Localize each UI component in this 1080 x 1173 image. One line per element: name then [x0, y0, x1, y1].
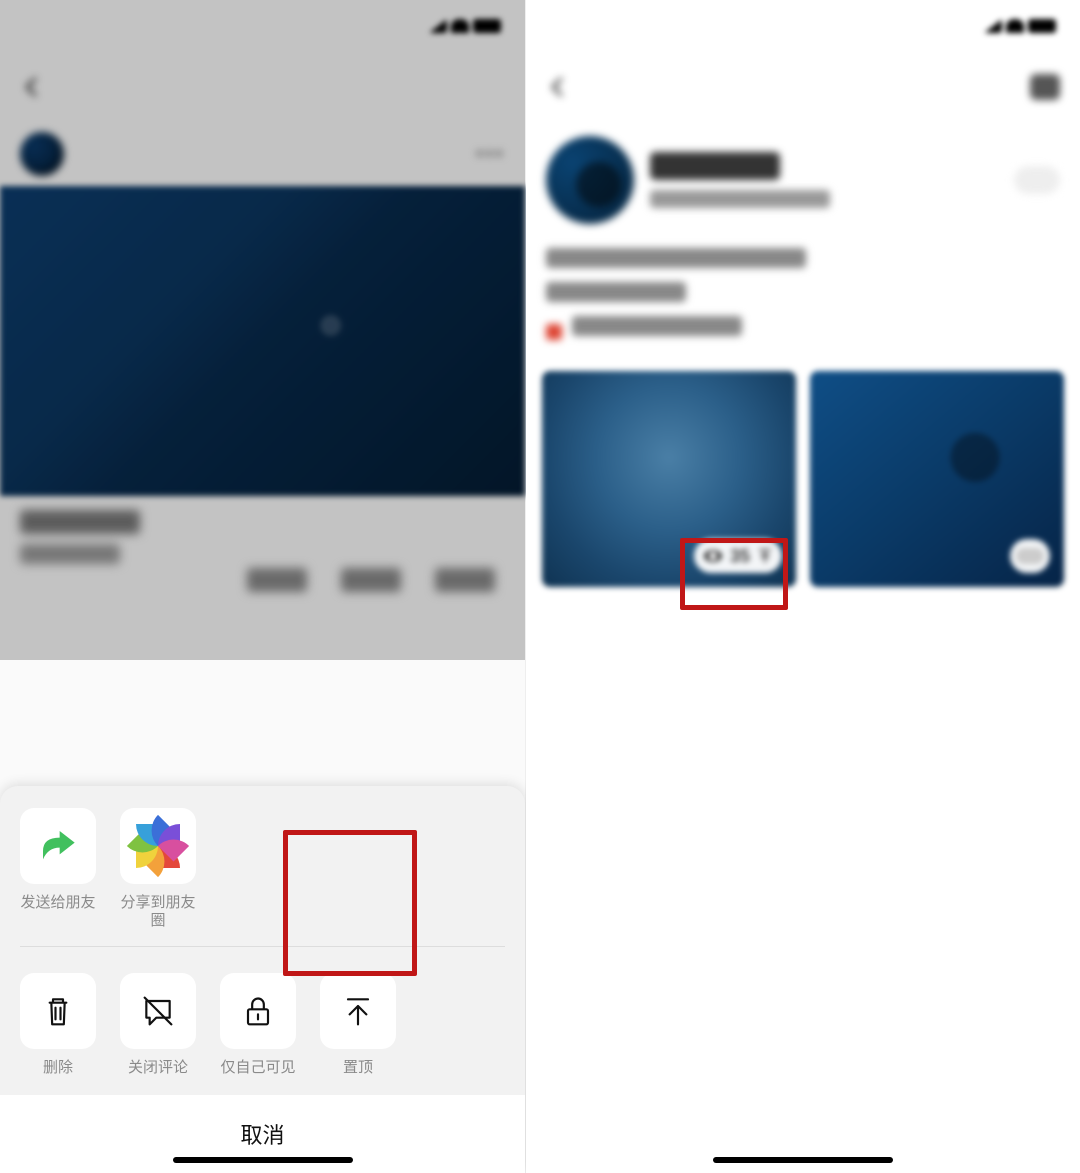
- lock-icon: [238, 991, 278, 1031]
- action-close-comments[interactable]: 关闭评论: [120, 973, 196, 1077]
- wifi-icon: [1006, 19, 1024, 33]
- eye-icon: [704, 550, 722, 562]
- action-row: 删除 关闭评论 仅: [0, 947, 525, 1087]
- post-thumb-2[interactable]: [810, 371, 1064, 587]
- post-action-row: [0, 568, 525, 610]
- post-thumb-1[interactable]: 35: [542, 371, 796, 587]
- profile-bio: [546, 248, 1060, 341]
- action-only-self[interactable]: 仅自己可见: [220, 973, 296, 1077]
- profile-name: [650, 152, 780, 180]
- share-send-friend[interactable]: 发送给朋友: [20, 808, 96, 930]
- more-pill-button[interactable]: [1014, 166, 1060, 194]
- views-pin-badge: 35: [694, 539, 782, 573]
- share-moments[interactable]: 分享到朋友圈: [120, 808, 196, 930]
- camera-icon[interactable]: [1030, 74, 1060, 100]
- wifi-icon: [451, 19, 469, 33]
- post-author-row: •••: [0, 122, 525, 186]
- comment-button[interactable]: [341, 568, 401, 592]
- moments-pinwheel-icon: [135, 823, 181, 869]
- back-button[interactable]: [20, 75, 44, 99]
- action-only-self-label: 仅自己可见: [220, 1059, 295, 1077]
- share-arrow-icon: [38, 826, 78, 866]
- fav-button[interactable]: [435, 568, 495, 592]
- trash-icon: [38, 991, 78, 1031]
- share-row: 发送给朋友 分享到朋友圈: [0, 786, 525, 940]
- avatar[interactable]: [546, 136, 634, 224]
- nav-header: [0, 52, 525, 122]
- comment-off-icon: [138, 991, 178, 1031]
- action-pin-top[interactable]: 置顶: [320, 973, 396, 1077]
- cancel-label: 取消: [240, 1118, 284, 1150]
- status-icons: [429, 19, 501, 33]
- home-indicator: [713, 1157, 893, 1163]
- cellular-icon: [429, 19, 447, 33]
- home-indicator: [173, 1157, 353, 1163]
- back-button[interactable]: [546, 75, 570, 99]
- nav-header: [526, 52, 1080, 122]
- views-count: 35: [730, 546, 750, 567]
- thumb2-badge: [1010, 539, 1050, 573]
- action-delete[interactable]: 删除: [20, 973, 96, 1077]
- status-badge: [546, 324, 562, 340]
- status-icons: [984, 19, 1056, 33]
- profile-subtitle: [650, 190, 830, 208]
- badge-placeholder-icon: [1016, 548, 1044, 564]
- more-button[interactable]: •••: [465, 141, 505, 167]
- action-pin-top-label: 置顶: [343, 1059, 373, 1077]
- status-bar: [526, 0, 1080, 52]
- pin-top-icon: [338, 991, 378, 1031]
- action-close-comments-label: 关闭评论: [128, 1059, 188, 1077]
- cellular-icon: [984, 19, 1002, 33]
- status-bar: [0, 0, 525, 52]
- post-caption: [0, 496, 525, 568]
- action-sheet: 发送给朋友 分享到朋友圈: [0, 786, 525, 1173]
- share-moments-label: 分享到朋友圈: [120, 894, 196, 930]
- post-image[interactable]: [0, 186, 525, 496]
- like-button[interactable]: [247, 568, 307, 592]
- action-delete-label: 删除: [43, 1059, 73, 1077]
- share-send-friend-label: 发送给朋友: [20, 894, 95, 912]
- pinned-icon: [758, 548, 772, 564]
- avatar[interactable]: [20, 132, 64, 176]
- battery-icon: [1028, 19, 1056, 33]
- post-grid: 35: [526, 371, 1080, 587]
- battery-icon: [473, 19, 501, 33]
- profile-header: [526, 122, 1080, 351]
